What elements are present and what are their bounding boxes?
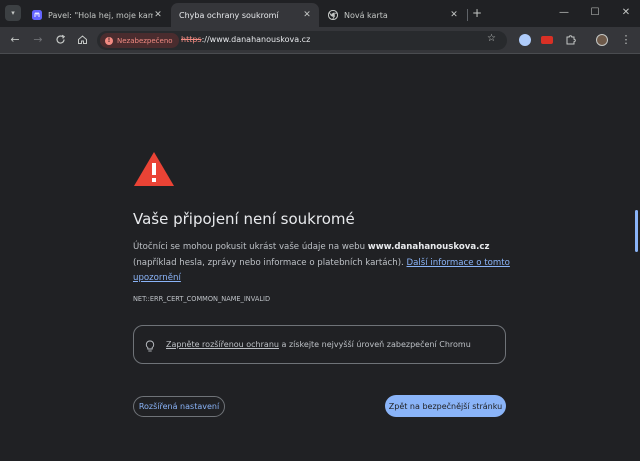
enhanced-protection-box: Zapněte rozšířenou ochranu a získejte ne…: [133, 325, 506, 364]
tab-title: Pavel: "Hola hej, moje kamarádi: [48, 10, 153, 20]
lightbulb-icon: [145, 338, 155, 352]
scrollbar-thumb[interactable]: [635, 210, 638, 252]
new-tab-button[interactable]: +: [471, 7, 483, 19]
home-icon[interactable]: [75, 33, 89, 47]
tab-new-tab[interactable]: Nová karta ✕: [320, 3, 466, 27]
error-description: Útočníci se mohou pokusit ukrást vaše úd…: [133, 240, 513, 287]
chevron-down-icon: ▾: [11, 8, 15, 17]
bookmark-star-icon[interactable]: ☆: [487, 33, 496, 44]
close-tab-icon[interactable]: ✕: [449, 10, 459, 20]
warning-icon: !: [105, 36, 113, 45]
forward-arrow-icon[interactable]: →: [31, 33, 45, 47]
url-scheme: https: [181, 35, 202, 44]
tab-strip: ▾ Pavel: "Hola hej, moje kamarádi ✕ Chyb…: [0, 0, 640, 27]
reload-icon[interactable]: [53, 33, 67, 47]
back-to-safety-button[interactable]: Zpět na bezpečnější stránku: [385, 395, 506, 417]
close-window-button[interactable]: ✕: [619, 6, 633, 20]
tab-title: Chyba ochrany soukromí: [179, 10, 279, 20]
scrollbar[interactable]: [632, 55, 640, 461]
url-host: ://www.danahanouskova.cz: [201, 35, 311, 44]
tab-title: Nová karta: [344, 10, 388, 20]
chrome-icon: [328, 10, 338, 20]
warning-triangle-icon: [133, 151, 175, 187]
mastodon-icon: [32, 10, 42, 20]
browser-toolbar: ← → ! Nezabezpečeno https://www.danahano…: [0, 27, 640, 54]
tab-privacy-error[interactable]: Chyba ochrany soukromí ✕: [171, 3, 319, 27]
puzzle-extensions-icon[interactable]: [563, 33, 577, 47]
enhanced-protection-link[interactable]: Zapněte rozšířenou ochranu: [166, 340, 279, 349]
close-tab-icon[interactable]: ✕: [302, 10, 312, 20]
close-tab-icon[interactable]: ✕: [153, 10, 163, 20]
tab-divider: [467, 9, 468, 21]
enhanced-protection-suffix: a získejte nejvyšší úroveň zabezpečení C…: [278, 340, 471, 349]
page-title: Vaše připojení není soukromé: [133, 210, 355, 228]
description-text: (například hesla, zprávy nebo informace …: [133, 257, 407, 268]
menu-kebab-icon[interactable]: ⋮: [619, 33, 633, 47]
address-bar[interactable]: ! Nezabezpečeno https://www.danahanousko…: [97, 31, 507, 50]
back-arrow-icon[interactable]: ←: [8, 33, 22, 47]
extension-icon[interactable]: [541, 36, 553, 44]
security-chip[interactable]: ! Nezabezpečeno: [100, 33, 179, 48]
minimize-button[interactable]: —: [557, 6, 571, 20]
url-text[interactable]: https://www.danahanouskova.cz: [181, 35, 310, 44]
security-chip-label: Nezabezpečeno: [117, 36, 173, 45]
profile-avatar[interactable]: [596, 34, 608, 46]
tab-search-button[interactable]: ▾: [5, 5, 21, 21]
extension-icon[interactable]: [519, 34, 531, 46]
maximize-button[interactable]: ☐: [588, 6, 602, 20]
enhanced-protection-text: Zapněte rozšířenou ochranu a získejte ne…: [166, 340, 471, 349]
advanced-button[interactable]: Rozšířená nastavení: [133, 396, 225, 417]
tab-mastodon[interactable]: Pavel: "Hola hej, moje kamarádi ✕: [24, 3, 170, 27]
description-text: Útočníci se mohou pokusit ukrást vaše úd…: [133, 242, 368, 252]
domain-name: www.danahanouskova.cz: [367, 242, 490, 252]
error-code: NET::ERR_CERT_COMMON_NAME_INVALID: [133, 295, 271, 303]
